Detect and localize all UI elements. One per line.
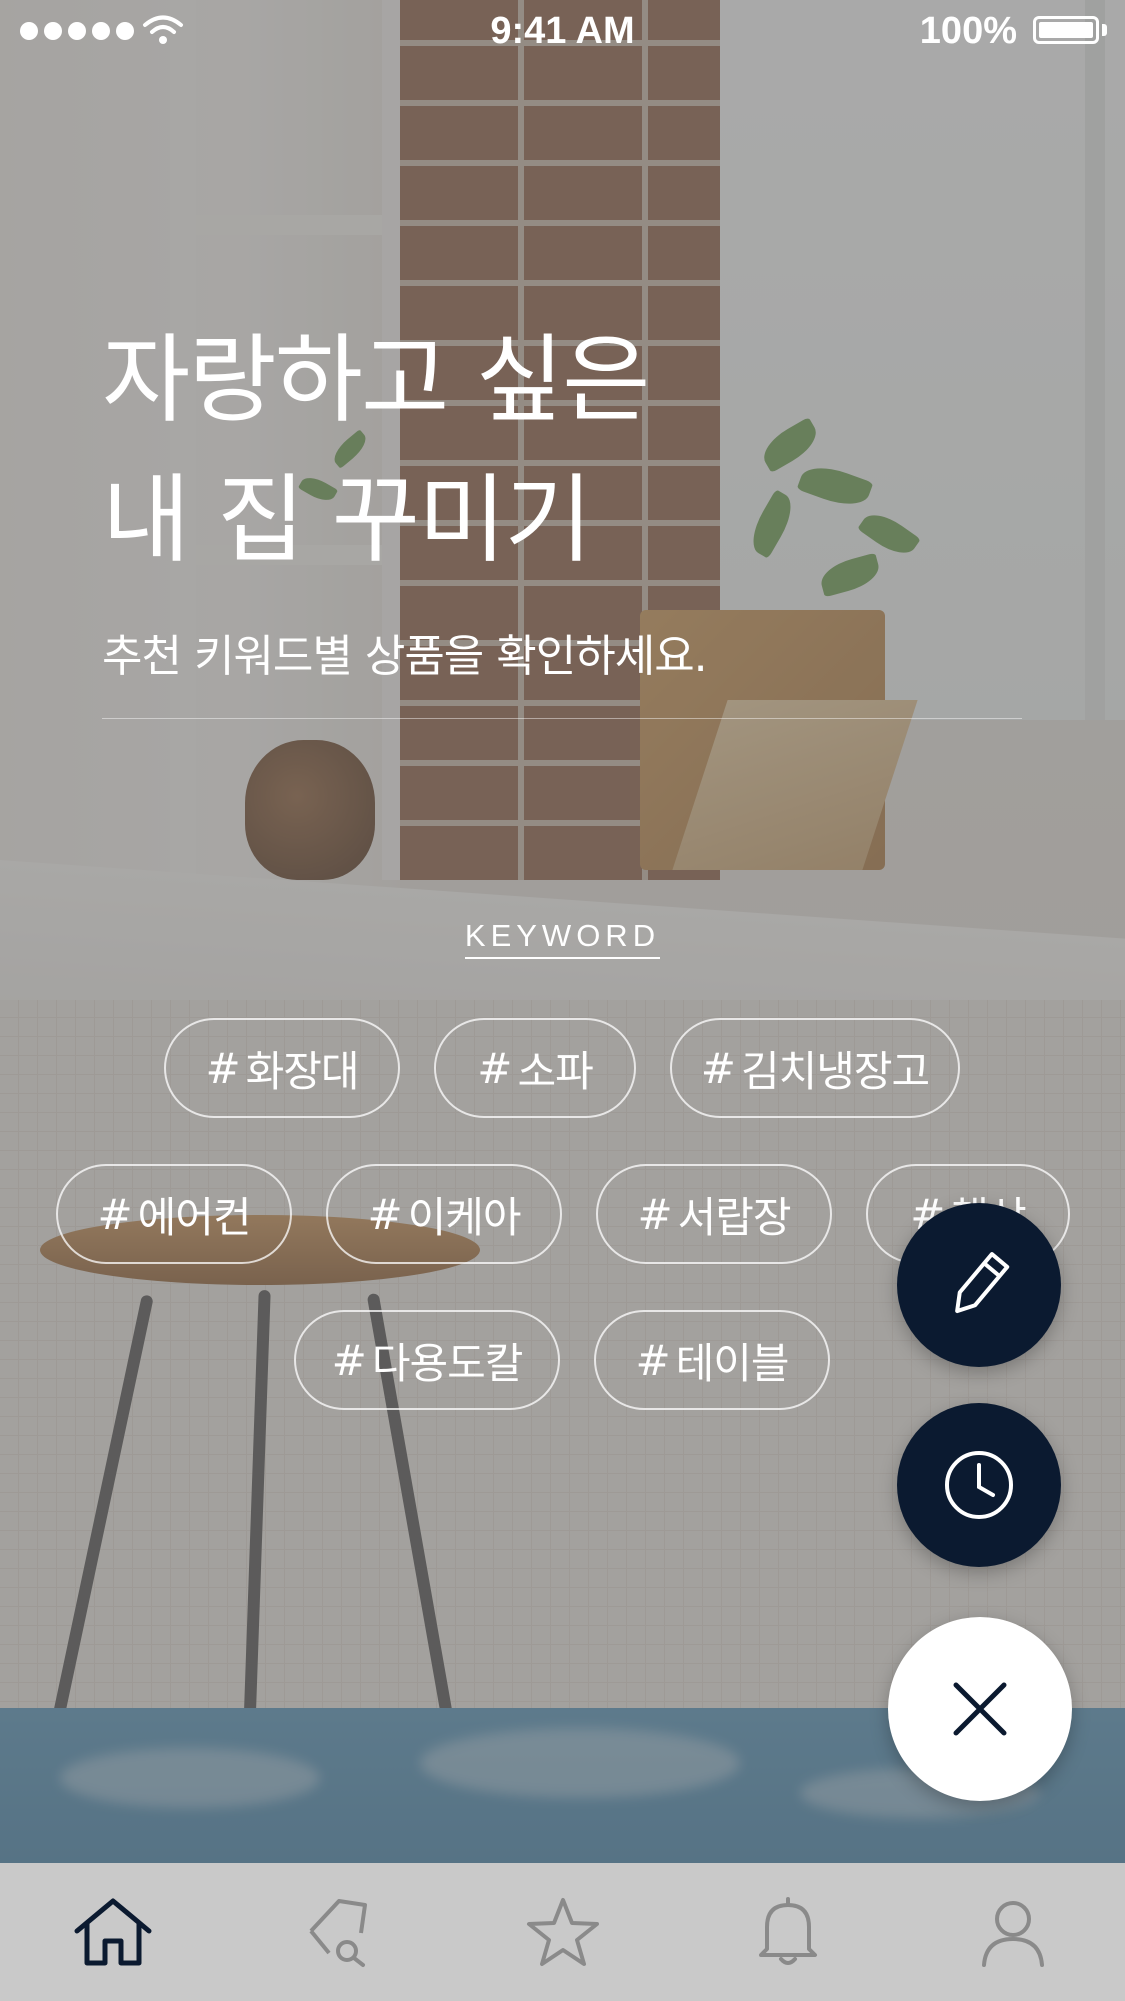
home-icon bbox=[74, 1898, 151, 1966]
divider bbox=[102, 718, 1022, 719]
recent-button[interactable] bbox=[897, 1403, 1061, 1567]
battery-icon bbox=[1033, 16, 1099, 44]
keyword-chip[interactable]: # 소파 bbox=[434, 1018, 636, 1118]
tab-profile[interactable] bbox=[953, 1872, 1073, 1992]
keyword-chip[interactable]: # 서랍장 bbox=[596, 1164, 832, 1264]
keyword-chip[interactable]: # 이케아 bbox=[326, 1164, 562, 1264]
page-title: 자랑하고 싶은 내 집 꾸미기 bbox=[102, 310, 650, 590]
tab-search[interactable] bbox=[278, 1872, 398, 1992]
status-bar: 9:41 AM 100% bbox=[0, 0, 1125, 64]
clock-icon bbox=[945, 1451, 1013, 1519]
edit-button[interactable] bbox=[897, 1203, 1061, 1367]
close-icon bbox=[953, 1682, 1007, 1736]
keyword-chip[interactable]: # 다용도칼 bbox=[294, 1310, 560, 1410]
star-icon bbox=[526, 1898, 599, 1966]
title-line-2: 내 집 꾸미기 bbox=[102, 464, 593, 576]
battery-percent: 100% bbox=[919, 10, 1017, 52]
user-icon bbox=[981, 1901, 1044, 1967]
keyword-label: KEYWORD bbox=[0, 918, 1125, 959]
tab-bar bbox=[0, 1863, 1125, 2001]
keyword-chip[interactable]: # 화장대 bbox=[164, 1018, 400, 1118]
close-button[interactable] bbox=[888, 1617, 1072, 1801]
tab-notifications[interactable] bbox=[728, 1872, 848, 1992]
search-tag-icon bbox=[308, 1899, 367, 1967]
tab-home[interactable] bbox=[53, 1872, 173, 1992]
bell-icon bbox=[758, 1897, 817, 1965]
title-line-1: 자랑하고 싶은 bbox=[102, 324, 650, 436]
page-subtitle: 추천 키워드별 상품을 확인하세요. bbox=[102, 631, 708, 682]
keyword-chip[interactable]: # 김치냉장고 bbox=[670, 1018, 960, 1118]
pencil-icon bbox=[955, 1252, 1010, 1314]
keyword-chip[interactable]: # 에어컨 bbox=[56, 1164, 292, 1264]
keyword-chip[interactable]: # 테이블 bbox=[594, 1310, 830, 1410]
tab-favorites[interactable] bbox=[503, 1872, 623, 1992]
